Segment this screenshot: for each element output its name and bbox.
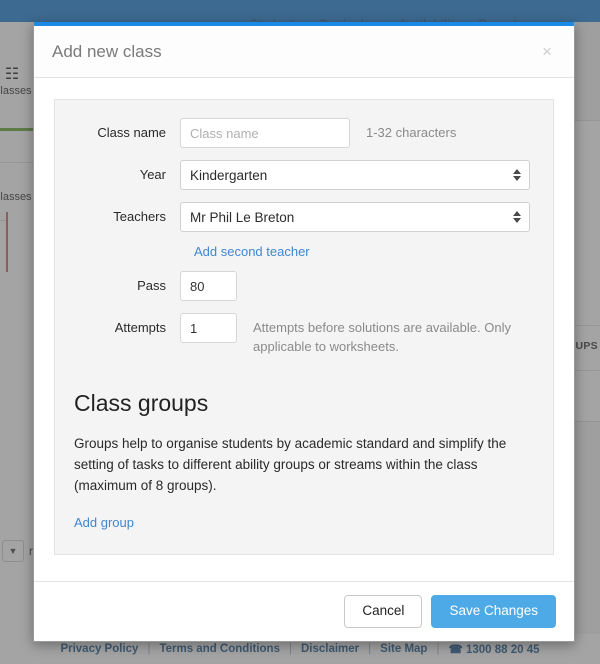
dialog-footer: Cancel Save Changes bbox=[34, 581, 574, 641]
class-form-panel: Class name 1-32 characters Year Kinderga… bbox=[54, 99, 554, 555]
add-second-teacher-link[interactable]: Add second teacher bbox=[194, 244, 310, 259]
class-groups-section: Class groups Groups help to organise stu… bbox=[73, 390, 535, 532]
form-row-teachers: Teachers Mr Phil Le Breton bbox=[73, 202, 535, 232]
close-icon[interactable]: × bbox=[538, 41, 556, 62]
class-name-input[interactable] bbox=[180, 118, 350, 148]
form-row-attempts: Attempts Attempts before solutions are a… bbox=[73, 313, 535, 356]
pass-label: Pass bbox=[73, 271, 180, 301]
class-name-hint: 1-32 characters bbox=[350, 118, 456, 148]
class-name-label: Class name bbox=[73, 118, 180, 148]
class-groups-title: Class groups bbox=[74, 390, 534, 417]
teachers-label: Teachers bbox=[73, 202, 180, 232]
attempts-hint: Attempts before solutions are available.… bbox=[237, 313, 525, 356]
teachers-control: Mr Phil Le Breton bbox=[180, 202, 530, 232]
dialog-header: Add new class × bbox=[34, 26, 574, 78]
save-changes-button[interactable]: Save Changes bbox=[431, 595, 556, 628]
year-select[interactable]: Kindergarten bbox=[180, 160, 530, 190]
pass-control bbox=[180, 271, 237, 301]
cancel-button[interactable]: Cancel bbox=[344, 595, 422, 628]
dialog-body: Class name 1-32 characters Year Kinderga… bbox=[34, 78, 574, 581]
attempts-input[interactable] bbox=[180, 313, 237, 343]
class-groups-description: Groups help to organise students by acad… bbox=[74, 433, 534, 496]
add-group-link[interactable]: Add group bbox=[74, 515, 134, 530]
year-control: Kindergarten bbox=[180, 160, 530, 190]
dialog-title: Add new class bbox=[52, 42, 538, 62]
form-row-pass: Pass bbox=[73, 271, 535, 301]
attempts-label: Attempts bbox=[73, 313, 180, 343]
pass-input[interactable] bbox=[180, 271, 237, 301]
form-row-year: Year Kindergarten bbox=[73, 160, 535, 190]
class-name-control bbox=[180, 118, 350, 148]
year-label: Year bbox=[73, 160, 180, 190]
add-new-class-dialog: Add new class × Class name 1-32 characte… bbox=[33, 22, 575, 642]
teachers-select[interactable]: Mr Phil Le Breton bbox=[180, 202, 530, 232]
form-row-add-second-teacher: Add second teacher bbox=[73, 244, 535, 259]
form-row-class-name: Class name 1-32 characters bbox=[73, 118, 535, 148]
attempts-control bbox=[180, 313, 237, 343]
